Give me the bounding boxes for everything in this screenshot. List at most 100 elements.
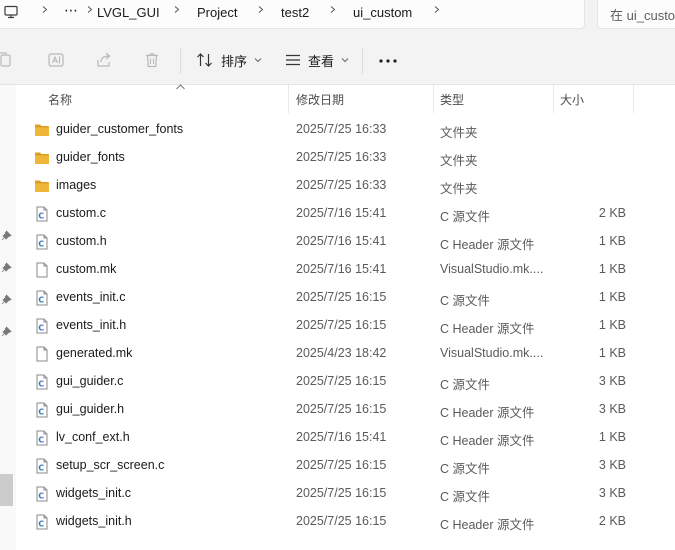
file-size: 1 KB xyxy=(598,234,626,248)
file-row[interactable]: Csetup_scr_screen.c 2025/7/25 16:15 C 源文件 3… xyxy=(16,452,675,480)
folder-icon xyxy=(34,178,50,194)
file-type: C 源文件 xyxy=(440,210,491,224)
toolbar-separator xyxy=(180,48,181,74)
c-header-icon: C xyxy=(34,430,50,446)
chevron-right-icon[interactable] xyxy=(257,6,264,13)
file-name: custom.c xyxy=(56,206,107,220)
sort-button[interactable]: 排序 xyxy=(196,46,262,74)
file-type: C 源文件 xyxy=(440,294,491,308)
delete-icon[interactable] xyxy=(143,51,161,69)
c-source-icon: C xyxy=(34,290,50,306)
chevron-right-icon[interactable] xyxy=(173,6,180,13)
pin-icon[interactable] xyxy=(1,230,12,241)
rename-icon[interactable] xyxy=(47,51,65,69)
file-size: 3 KB xyxy=(598,374,626,388)
file-row[interactable]: Clv_conf_ext.h 2025/7/16 15:41 C Header 源文… xyxy=(16,424,675,452)
file-type: C 源文件 xyxy=(440,490,491,504)
search-placeholder: 在 ui_custom xyxy=(610,8,675,23)
file-name: images xyxy=(56,178,97,192)
file-modified-date: 2025/7/25 16:15 xyxy=(296,402,387,416)
svg-text:C: C xyxy=(38,240,44,249)
breadcrumb-item-test2[interactable]: test2 xyxy=(281,5,309,20)
file-name: custom.mk xyxy=(56,262,117,276)
navigation-scrollbar[interactable] xyxy=(0,474,13,506)
file-modified-date: 2025/7/25 16:15 xyxy=(296,290,387,304)
file-row[interactable]: guider_fonts 2025/7/25 16:33 文件夹 xyxy=(16,144,675,172)
breadcrumb-item-project[interactable]: Project xyxy=(197,5,237,20)
file-row[interactable]: Ccustom.h 2025/7/16 15:41 C Header 源文件 1 KB xyxy=(16,228,675,256)
file-type: C Header 源文件 xyxy=(440,518,535,532)
column-header-name[interactable]: 名称 xyxy=(48,91,72,108)
file-modified-date: 2025/7/25 16:33 xyxy=(296,178,387,192)
file-name: widgets_init.c xyxy=(56,486,132,500)
file-row[interactable]: Cwidgets_init.h 2025/7/25 16:15 C Header 源… xyxy=(16,508,675,536)
svg-text:C: C xyxy=(38,380,44,389)
column-header-size[interactable]: 大小 xyxy=(560,91,584,108)
file-size: 1 KB xyxy=(598,290,626,304)
file-row[interactable]: Cgui_guider.h 2025/7/25 16:15 C Header 源文件… xyxy=(16,396,675,424)
view-label: 查看 xyxy=(308,53,335,69)
column-header-date[interactable]: 修改日期 xyxy=(296,91,344,108)
chevron-right-icon[interactable] xyxy=(41,6,48,13)
pin-icon[interactable] xyxy=(1,262,12,273)
file-modified-date: 2025/7/25 16:15 xyxy=(296,458,387,472)
more-options-icon[interactable] xyxy=(378,58,398,64)
breadcrumb-more[interactable]: ⋯ xyxy=(64,2,78,19)
file-size: 1 KB xyxy=(598,318,626,332)
view-button[interactable]: 查看 xyxy=(285,46,349,74)
file-modified-date: 2025/7/25 16:33 xyxy=(296,122,387,136)
svg-text:C: C xyxy=(38,520,44,529)
file-row[interactable]: Cgui_guider.c 2025/7/25 16:15 C 源文件 3 KB xyxy=(16,368,675,396)
chevron-right-icon[interactable] xyxy=(86,6,93,13)
c-source-icon: C xyxy=(34,374,50,390)
file-type: C Header 源文件 xyxy=(440,238,535,252)
column-separator[interactable] xyxy=(553,85,554,113)
file-modified-date: 2025/7/25 16:33 xyxy=(296,150,387,164)
file-row[interactable]: generated.mk 2025/4/23 18:42 VisualStudio.… xyxy=(16,340,675,368)
breadcrumb-item-ui-custom[interactable]: ui_custom xyxy=(353,5,412,20)
file-icon xyxy=(34,262,50,278)
file-name: generated.mk xyxy=(56,346,133,360)
search-box[interactable]: 在 ui_custom xyxy=(597,0,675,29)
address-bar[interactable]: ⋯ LVGL_GUI Project test2 ui_custom xyxy=(0,0,585,29)
file-modified-date: 2025/7/25 16:15 xyxy=(296,514,387,528)
c-header-icon: C xyxy=(34,318,50,334)
file-name: gui_guider.h xyxy=(56,402,125,416)
file-row[interactable]: Cevents_init.c 2025/7/25 16:15 C 源文件 1 KB xyxy=(16,284,675,312)
column-header-type[interactable]: 类型 xyxy=(440,91,464,108)
share-icon[interactable] xyxy=(95,51,113,69)
file-type: C Header 源文件 xyxy=(440,434,535,448)
column-separator[interactable] xyxy=(288,85,289,113)
file-modified-date: 2025/7/25 16:15 xyxy=(296,374,387,388)
file-name: guider_fonts xyxy=(56,150,125,164)
c-source-icon: C xyxy=(34,206,50,222)
file-row[interactable]: custom.mk 2025/7/16 15:41 VisualStudio.mk.… xyxy=(16,256,675,284)
file-size: 2 KB xyxy=(598,206,626,220)
file-modified-date: 2025/7/25 16:15 xyxy=(296,486,387,500)
file-size: 2 KB xyxy=(598,514,626,528)
chevron-right-icon[interactable] xyxy=(329,6,336,13)
c-header-icon: C xyxy=(34,514,50,530)
column-separator[interactable] xyxy=(633,85,634,113)
c-header-icon: C xyxy=(34,402,50,418)
column-separator[interactable] xyxy=(433,85,434,113)
svg-text:C: C xyxy=(38,464,44,473)
address-bar-strip: ⋯ LVGL_GUI Project test2 ui_custom 在 ui_… xyxy=(0,0,675,36)
copy-icon[interactable] xyxy=(0,51,14,69)
file-row[interactable]: images 2025/7/25 16:33 文件夹 xyxy=(16,172,675,200)
file-row[interactable]: Cevents_init.h 2025/7/25 16:15 C Header 源文… xyxy=(16,312,675,340)
file-type: C 源文件 xyxy=(440,462,491,476)
monitor-icon[interactable] xyxy=(4,5,18,19)
breadcrumb-item-lvgl-gui[interactable]: LVGL_GUI xyxy=(97,5,160,20)
chevron-right-icon[interactable] xyxy=(433,6,440,13)
svg-text:C: C xyxy=(38,436,44,445)
file-row[interactable]: guider_customer_fonts 2025/7/25 16:33 文件夹 xyxy=(16,116,675,144)
pin-icon[interactable] xyxy=(1,326,12,337)
pin-icon[interactable] xyxy=(1,294,12,305)
svg-text:C: C xyxy=(38,324,44,333)
file-row[interactable]: Cwidgets_init.c 2025/7/25 16:15 C 源文件 3 KB xyxy=(16,480,675,508)
file-type: C Header 源文件 xyxy=(440,406,535,420)
file-row[interactable]: Ccustom.c 2025/7/16 15:41 C 源文件 2 KB xyxy=(16,200,675,228)
file-size: 3 KB xyxy=(598,458,626,472)
svg-text:C: C xyxy=(38,492,44,501)
